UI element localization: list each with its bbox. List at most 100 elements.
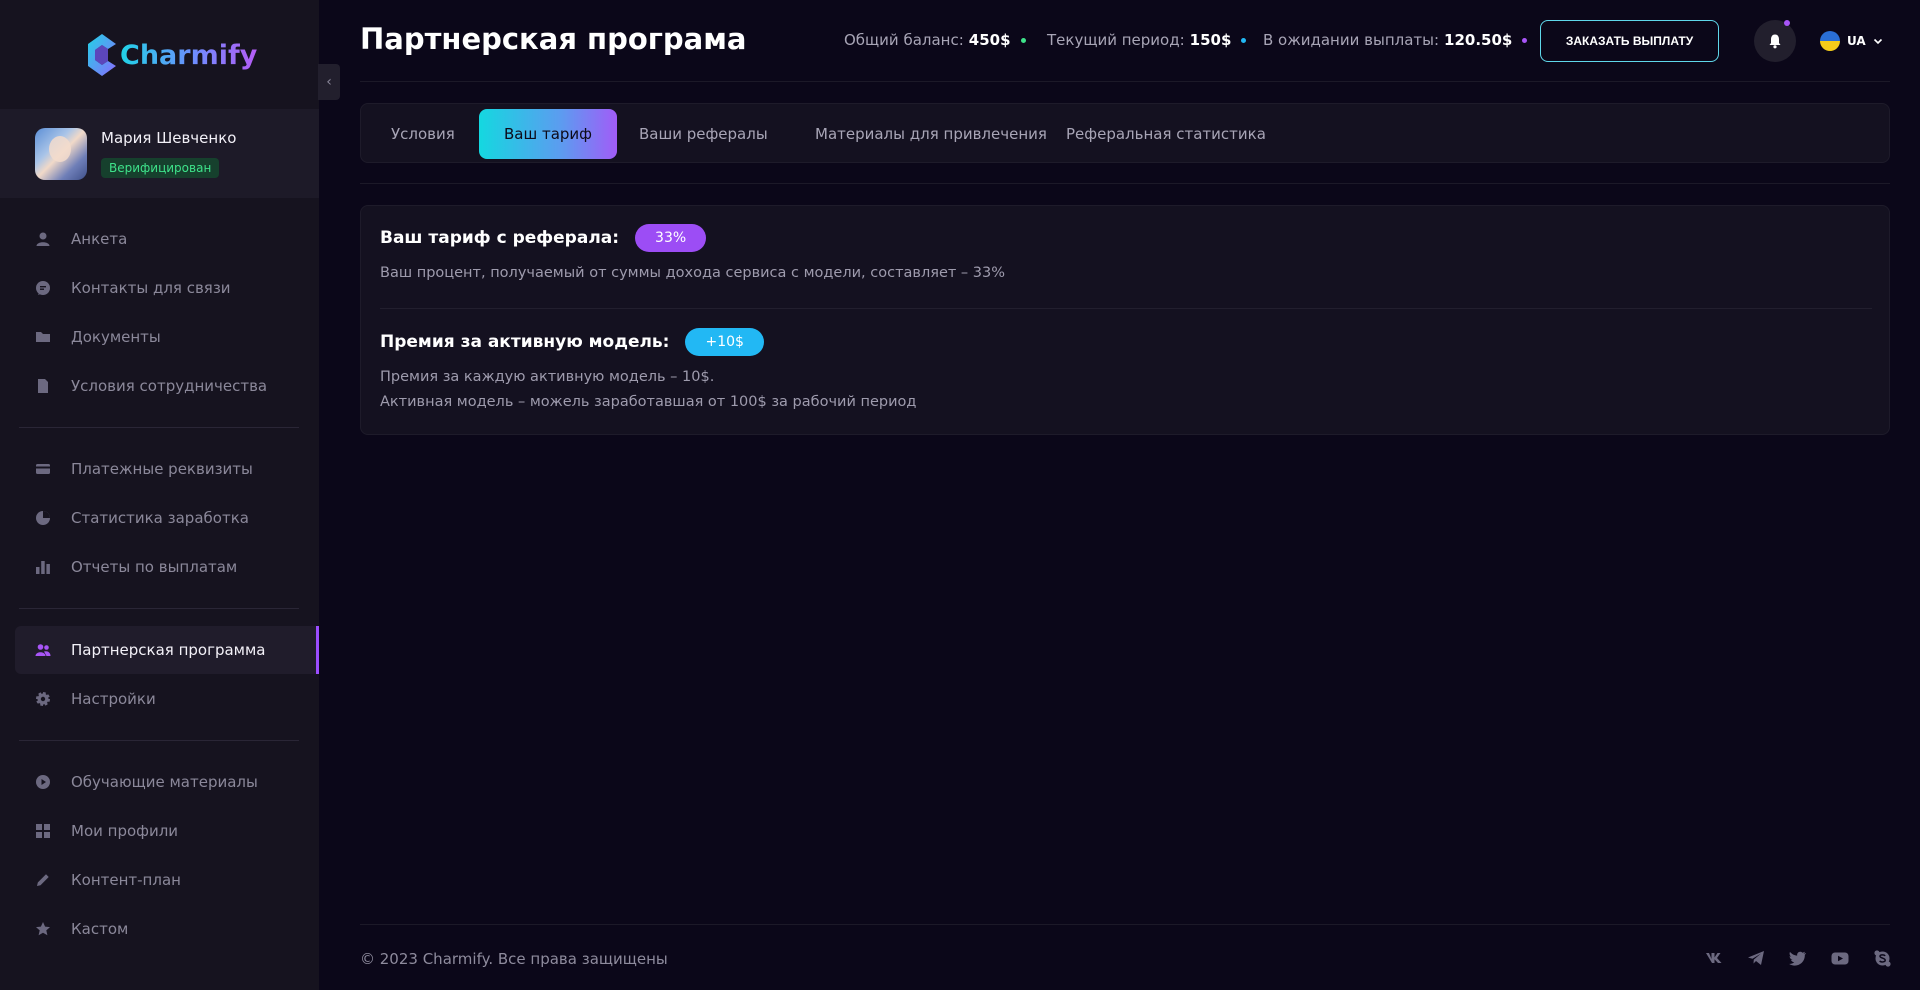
tab-your-referrals[interactable]: Ваши рефералы xyxy=(614,109,793,159)
charmify-logo[interactable]: Charmify xyxy=(86,32,257,78)
referral-rate-badge: 33% xyxy=(635,224,707,252)
stat-value: 450$ xyxy=(968,31,1011,49)
sidebar-item-payment-details[interactable]: Платежные реквизиты xyxy=(15,445,319,493)
gear-icon xyxy=(35,691,51,707)
header-divider xyxy=(360,81,1890,82)
chevron-left-icon: ‹ xyxy=(326,74,332,90)
avatar xyxy=(35,128,87,180)
play-icon xyxy=(35,774,51,790)
status-dot xyxy=(1522,37,1528,43)
ukraine-flag-icon xyxy=(1820,31,1840,51)
sidebar-item-label: Анкета xyxy=(71,230,128,248)
language-code: UA xyxy=(1847,34,1866,48)
pie-chart-icon xyxy=(35,510,51,526)
tab-your-tariff[interactable]: Ваш тариф xyxy=(479,109,618,159)
sidebar-item-terms[interactable]: Условия сотрудничества xyxy=(15,362,319,410)
sidebar-item-label: Контент-план xyxy=(71,871,181,889)
tab-bar: Условия Ваш тариф Ваши рефералы Материал… xyxy=(360,103,1890,163)
tabs-divider xyxy=(360,183,1890,184)
grid-icon xyxy=(35,823,51,839)
notifications-button[interactable] xyxy=(1754,20,1796,62)
stat-current-period: Текущий период: 150$ xyxy=(1047,31,1247,49)
bonus-description-line-2: Активная модель – можель заработавшая от… xyxy=(380,394,917,410)
chat-icon xyxy=(35,280,51,296)
active-model-bonus-heading: Премия за активную модель: +10$ xyxy=(380,328,764,356)
logo-text: Charmify xyxy=(120,39,258,71)
request-payout-button[interactable]: ЗАКАЗАТЬ ВЫПЛАТУ xyxy=(1540,20,1719,62)
page-title: Партнерская програма xyxy=(360,22,747,56)
sidebar-item-label: Обучающие материалы xyxy=(71,773,258,791)
stat-label: Общий баланс: xyxy=(844,31,964,49)
sidebar-item-partner-program[interactable]: Партнерская программа xyxy=(15,626,319,674)
social-links xyxy=(1704,948,1892,968)
sidebar-item-label: Кастом xyxy=(71,920,129,938)
referral-tariff-description: Ваш процент, получаемый от суммы дохода … xyxy=(380,265,1006,281)
stat-value: 120.50$ xyxy=(1444,31,1513,49)
sidebar-divider xyxy=(19,427,299,428)
sidebar-item-label: Мои профили xyxy=(71,822,179,840)
bar-chart-icon xyxy=(35,559,51,575)
copyright-text: © 2023 Charmify. Все права защищены xyxy=(360,950,668,968)
stat-label: В ожидании выплаты: xyxy=(1263,31,1440,49)
skype-icon[interactable] xyxy=(1872,948,1892,968)
sidebar-item-label: Контакты для связи xyxy=(71,279,231,297)
verified-badge: Верифицирован xyxy=(101,158,220,178)
sidebar-item-settings[interactable]: Настройки xyxy=(15,675,319,723)
tab-referral-stats[interactable]: Реферальная статистика xyxy=(1041,109,1291,159)
sidebar-item-label: Отчеты по выплатам xyxy=(71,558,238,576)
footer-divider xyxy=(360,924,1890,925)
sidebar-collapse-button[interactable]: ‹ xyxy=(318,64,340,100)
language-selector[interactable]: UA xyxy=(1820,31,1883,51)
twitter-icon[interactable] xyxy=(1788,948,1808,968)
sidebar-item-my-profiles[interactable]: Мои профили xyxy=(15,807,319,855)
sidebar-item-profile[interactable]: Анкета xyxy=(15,215,319,263)
sidebar-item-contacts[interactable]: Контакты для связи xyxy=(15,264,319,312)
bell-icon xyxy=(1769,34,1781,49)
bonus-badge: +10$ xyxy=(685,328,764,356)
sidebar-item-label: Условия сотрудничества xyxy=(71,377,268,395)
user-profile-card[interactable]: Мария Шевченко Верифицирован xyxy=(0,109,319,198)
card-divider xyxy=(380,308,1872,309)
stat-pending-payout: В ожидании выплаты: 120.50$ xyxy=(1263,31,1528,49)
sidebar-item-label: Платежные реквизиты xyxy=(71,460,253,478)
user-icon xyxy=(35,231,51,247)
referral-tariff-heading: Ваш тариф с реферала: 33% xyxy=(380,224,707,252)
telegram-icon[interactable] xyxy=(1746,948,1766,968)
card-icon xyxy=(35,461,51,477)
sidebar-item-label: Партнерская программа xyxy=(71,641,266,659)
sidebar-item-label: Статистика заработка xyxy=(71,509,249,527)
sidebar-item-payout-reports[interactable]: Отчеты по выплатам xyxy=(15,543,319,591)
sidebar-item-label: Настройки xyxy=(71,690,156,708)
notification-dot xyxy=(1784,20,1790,26)
sidebar-divider xyxy=(19,608,299,609)
bonus-description-line-1: Премия за каждую активную модель – 10$. xyxy=(380,369,715,385)
tab-conditions[interactable]: Условия xyxy=(366,109,480,159)
status-dot xyxy=(1241,37,1247,43)
sidebar-item-learning-materials[interactable]: Обучающие материалы xyxy=(15,758,319,806)
stat-label: Текущий период: xyxy=(1047,31,1185,49)
sidebar-item-earnings-stats[interactable]: Статистика заработка xyxy=(15,494,319,542)
referral-tariff-title: Ваш тариф с реферала: xyxy=(380,228,620,248)
tariff-card: Ваш тариф с реферала: 33% Ваш процент, п… xyxy=(360,205,1890,435)
status-dot xyxy=(1020,37,1026,43)
folder-icon xyxy=(35,329,51,345)
vk-icon[interactable] xyxy=(1704,948,1724,968)
logo-icon xyxy=(88,34,116,76)
stat-total-balance: Общий баланс: 450$ xyxy=(844,31,1026,49)
sidebar-item-content-plan[interactable]: Контент-план xyxy=(15,856,319,904)
file-icon xyxy=(35,378,51,394)
sidebar-item-custom[interactable]: Кастом xyxy=(15,905,319,953)
chevron-down-icon xyxy=(1873,38,1882,45)
star-icon xyxy=(35,921,51,937)
profile-name: Мария Шевченко xyxy=(101,129,237,147)
sidebar-item-label: Документы xyxy=(71,328,161,346)
sidebar-divider xyxy=(19,740,299,741)
active-model-bonus-title: Премия за активную модель: xyxy=(380,332,670,352)
users-icon xyxy=(35,642,51,658)
sidebar: Charmify Мария Шевченко Верифицирован Ан… xyxy=(0,0,319,990)
youtube-icon[interactable] xyxy=(1830,948,1850,968)
tab-promo-materials[interactable]: Материалы для привлечения xyxy=(790,109,1072,159)
pencil-icon xyxy=(35,872,51,888)
stat-value: 150$ xyxy=(1189,31,1232,49)
sidebar-item-documents[interactable]: Документы xyxy=(15,313,319,361)
